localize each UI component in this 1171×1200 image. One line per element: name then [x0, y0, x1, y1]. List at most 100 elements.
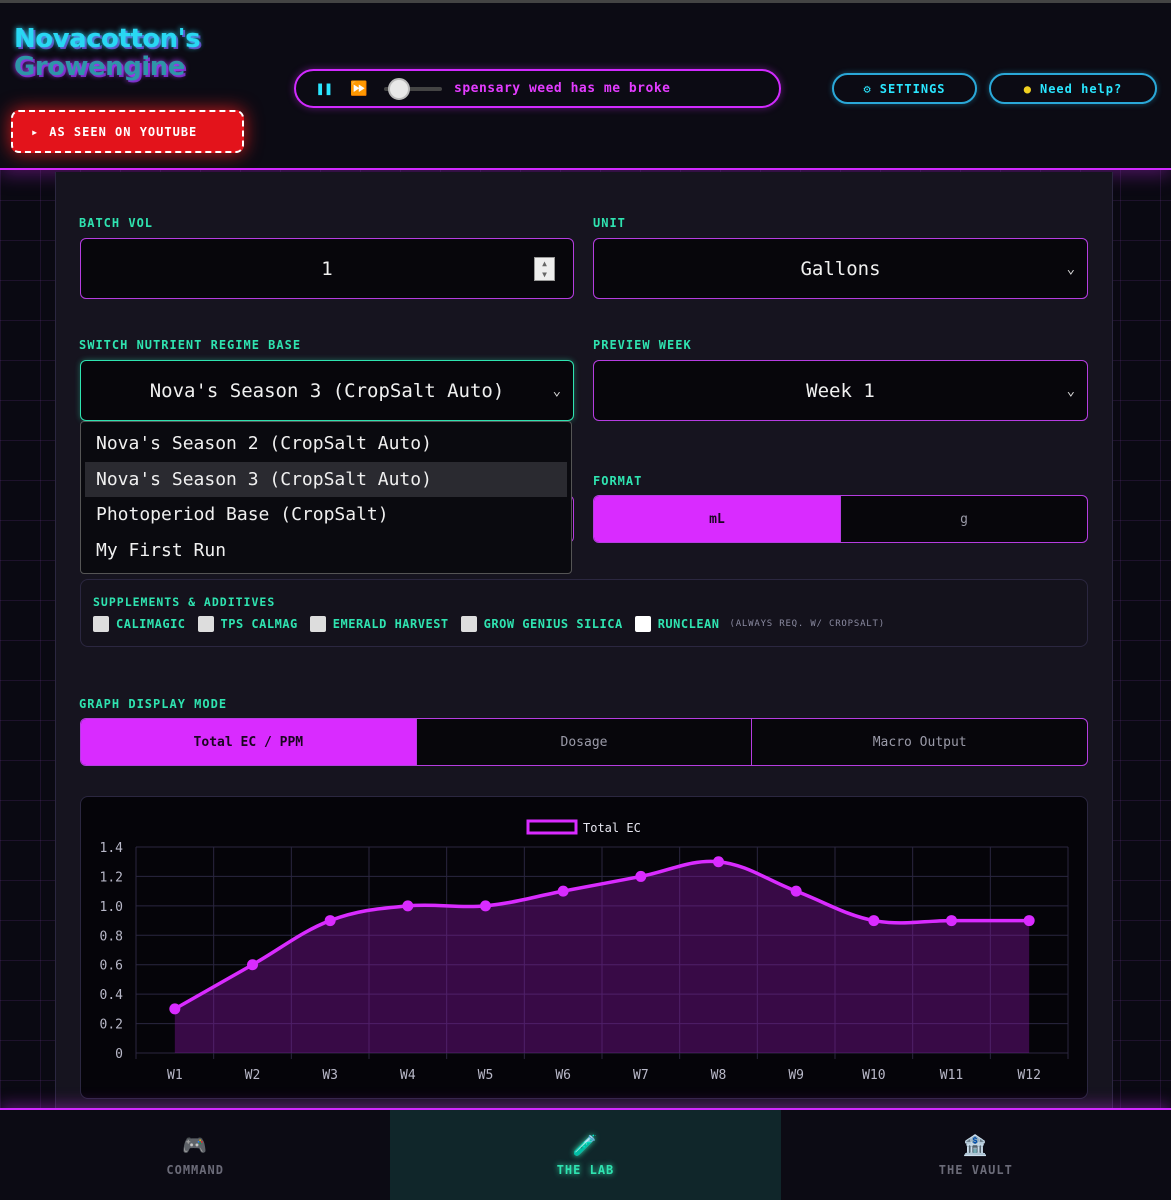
logo-line-2: Growengine	[14, 52, 185, 82]
x-tick-label: W5	[478, 1068, 494, 1083]
format-option-g[interactable]: g	[840, 496, 1087, 542]
supplement-label: EMERALD HARVEST	[332, 617, 449, 631]
nav-tab-label: THE LAB	[556, 1163, 615, 1177]
regime-label: SWITCH NUTRIENT REGIME BASE	[79, 338, 302, 352]
volume-slider[interactable]	[384, 77, 442, 100]
data-point	[713, 856, 724, 868]
nav-tab-command[interactable]: 🎮 COMMAND	[0, 1110, 390, 1200]
x-tick-label: W1	[167, 1068, 183, 1083]
x-tick-label: W9	[788, 1068, 804, 1083]
y-tick-label: 0.2	[100, 1018, 123, 1033]
x-tick-label: W11	[940, 1068, 963, 1083]
ec-chart: 0 0.2 0.4 0.6 0.8 1.0 1.2 1.4 W1 W2 W3 W4 W5 W6 W7 W8 W9…	[100, 819, 1069, 1083]
data-point	[557, 885, 569, 897]
bottom-nav: 🎮 COMMAND 🧪 THE LAB 🏦 THE VAULT	[0, 1108, 1171, 1200]
gamepad-icon: 🎮	[182, 1133, 209, 1157]
y-tick-label: 1.4	[100, 841, 124, 856]
data-point	[169, 1003, 181, 1015]
regime-select[interactable]: Nova's Season 3 (CropSalt Auto) ⌄	[80, 360, 574, 421]
batch-vol-input[interactable]: 1 ▲ ▼	[80, 238, 574, 299]
supplement-checkbox-calimagic[interactable]: CALIMAGIC	[93, 616, 186, 632]
regime-option[interactable]: Nova's Season 3 (CropSalt Auto)	[85, 461, 567, 497]
music-player: ❚❚ ⏩ spensary weed has me broke	[294, 69, 781, 108]
supplements-title: SUPPLEMENTS & ADDITIVES	[93, 595, 276, 609]
x-tick-label: W2	[245, 1068, 261, 1083]
pause-icon[interactable]: ❚❚	[316, 81, 350, 97]
chart-container: 0 0.2 0.4 0.6 0.8 1.0 1.2 1.4 W1 W2 W3 W4 W5 W6 W7 W8 W9…	[80, 796, 1088, 1099]
data-point	[946, 915, 957, 927]
skip-forward-icon[interactable]: ⏩	[350, 81, 384, 97]
x-tick-label: W4	[400, 1068, 416, 1083]
supplement-label: GROW GENIUS SILICA	[483, 617, 623, 631]
play-icon: ▸	[31, 124, 40, 139]
bank-icon: 🏦	[962, 1133, 989, 1157]
graph-mode-dosage[interactable]: Dosage	[415, 719, 752, 765]
checkbox-box[interactable]	[634, 616, 651, 632]
supplement-checkbox-runclean[interactable]: RUNCLEAN	[634, 616, 720, 632]
nav-tab-label: COMMAND	[166, 1163, 224, 1177]
format-toggle: mL g	[593, 495, 1088, 543]
x-tick-label: W3	[322, 1068, 338, 1083]
volume-slider-thumb[interactable]	[388, 77, 410, 100]
gear-icon: ⚙	[863, 81, 872, 96]
regime-value: Nova's Season 3 (CropSalt Auto)	[149, 379, 505, 402]
y-tick-label: 0.6	[100, 959, 123, 974]
checkbox-box[interactable]	[197, 616, 214, 632]
settings-button[interactable]: ⚙ SETTINGS	[832, 73, 977, 104]
supplement-checkbox-silica[interactable]: GROW GENIUS SILICA	[460, 616, 623, 632]
lightbulb-icon: ●	[1023, 81, 1032, 96]
format-label: FORMAT	[593, 474, 643, 488]
number-stepper[interactable]: ▲ ▼	[534, 257, 555, 281]
youtube-button[interactable]: ▸ AS SEEN ON YOUTUBE	[11, 110, 244, 153]
test-tube-icon: 🧪	[572, 1133, 599, 1157]
x-tick-label: W7	[633, 1068, 649, 1083]
checkbox-box[interactable]	[93, 616, 109, 632]
app-header: Novacotton's Growengine ▸ AS SEEN ON YOU…	[0, 0, 1171, 170]
y-tick-label: 0	[115, 1047, 123, 1062]
preview-week-select[interactable]: Week 1 ⌄	[593, 360, 1088, 421]
nav-tab-lab[interactable]: 🧪 THE LAB	[390, 1110, 781, 1200]
supplements-panel: SUPPLEMENTS & ADDITIVES CALIMAGIC TPS CA…	[80, 579, 1088, 647]
batch-vol-value: 1	[321, 257, 333, 280]
data-point	[402, 900, 414, 912]
checkbox-box[interactable]	[460, 616, 477, 632]
now-playing-ticker: spensary weed has me broke	[454, 81, 671, 96]
supplement-checkbox-tps-calmag[interactable]: TPS CALMAG	[197, 616, 298, 632]
regime-option[interactable]: Nova's Season 2 (CropSalt Auto)	[85, 426, 567, 462]
supplement-label: RUNCLEAN	[657, 617, 720, 631]
data-point	[247, 959, 258, 971]
legend-swatch	[526, 819, 578, 835]
supplements-list: CALIMAGIC TPS CALMAG EMERALD HARVEST GRO…	[93, 616, 885, 632]
unit-value: Gallons	[800, 257, 881, 280]
app-logo: Novacotton's Growengine	[14, 24, 201, 82]
supplement-label: CALIMAGIC	[116, 617, 186, 631]
data-point	[868, 915, 880, 927]
graph-mode-toggle: Total EC / PPM Dosage Macro Output	[80, 718, 1088, 766]
help-button[interactable]: ● Need help?	[989, 73, 1157, 104]
youtube-label: AS SEEN ON YOUTUBE	[49, 124, 198, 139]
x-tick-label: W6	[555, 1068, 571, 1083]
data-point	[480, 900, 491, 912]
unit-select[interactable]: Gallons ⌄	[593, 238, 1088, 299]
data-point	[1023, 915, 1035, 927]
x-tick-label: W10	[862, 1068, 885, 1083]
help-label: Need help?	[1039, 81, 1123, 96]
y-tick-label: 1.2	[100, 870, 123, 885]
y-tick-label: 1.0	[100, 900, 123, 915]
checkbox-box[interactable]	[309, 616, 326, 632]
supplement-checkbox-emerald-harvest[interactable]: EMERALD HARVEST	[309, 616, 449, 632]
data-point	[324, 915, 336, 927]
legend-label: Total EC	[583, 821, 641, 835]
graph-mode-ec[interactable]: Total EC / PPM	[81, 719, 416, 765]
graph-mode-macro[interactable]: Macro Output	[751, 719, 1087, 765]
x-tick-label: W12	[1017, 1068, 1040, 1083]
logo-line-1: Novacotton's	[14, 24, 201, 54]
graph-mode-label: GRAPH DISPLAY MODE	[79, 697, 228, 711]
nav-tab-vault[interactable]: 🏦 THE VAULT	[781, 1110, 1171, 1200]
chevron-down-icon: ⌄	[552, 382, 561, 399]
runclean-note: (ALWAYS REQ. W/ CROPSALT)	[729, 619, 885, 629]
regime-option[interactable]: My First Run	[85, 533, 567, 569]
format-option-ml[interactable]: mL	[594, 496, 840, 542]
preview-week-value: Week 1	[806, 379, 875, 402]
regime-option[interactable]: Photoperiod Base (CropSalt)	[85, 497, 567, 533]
